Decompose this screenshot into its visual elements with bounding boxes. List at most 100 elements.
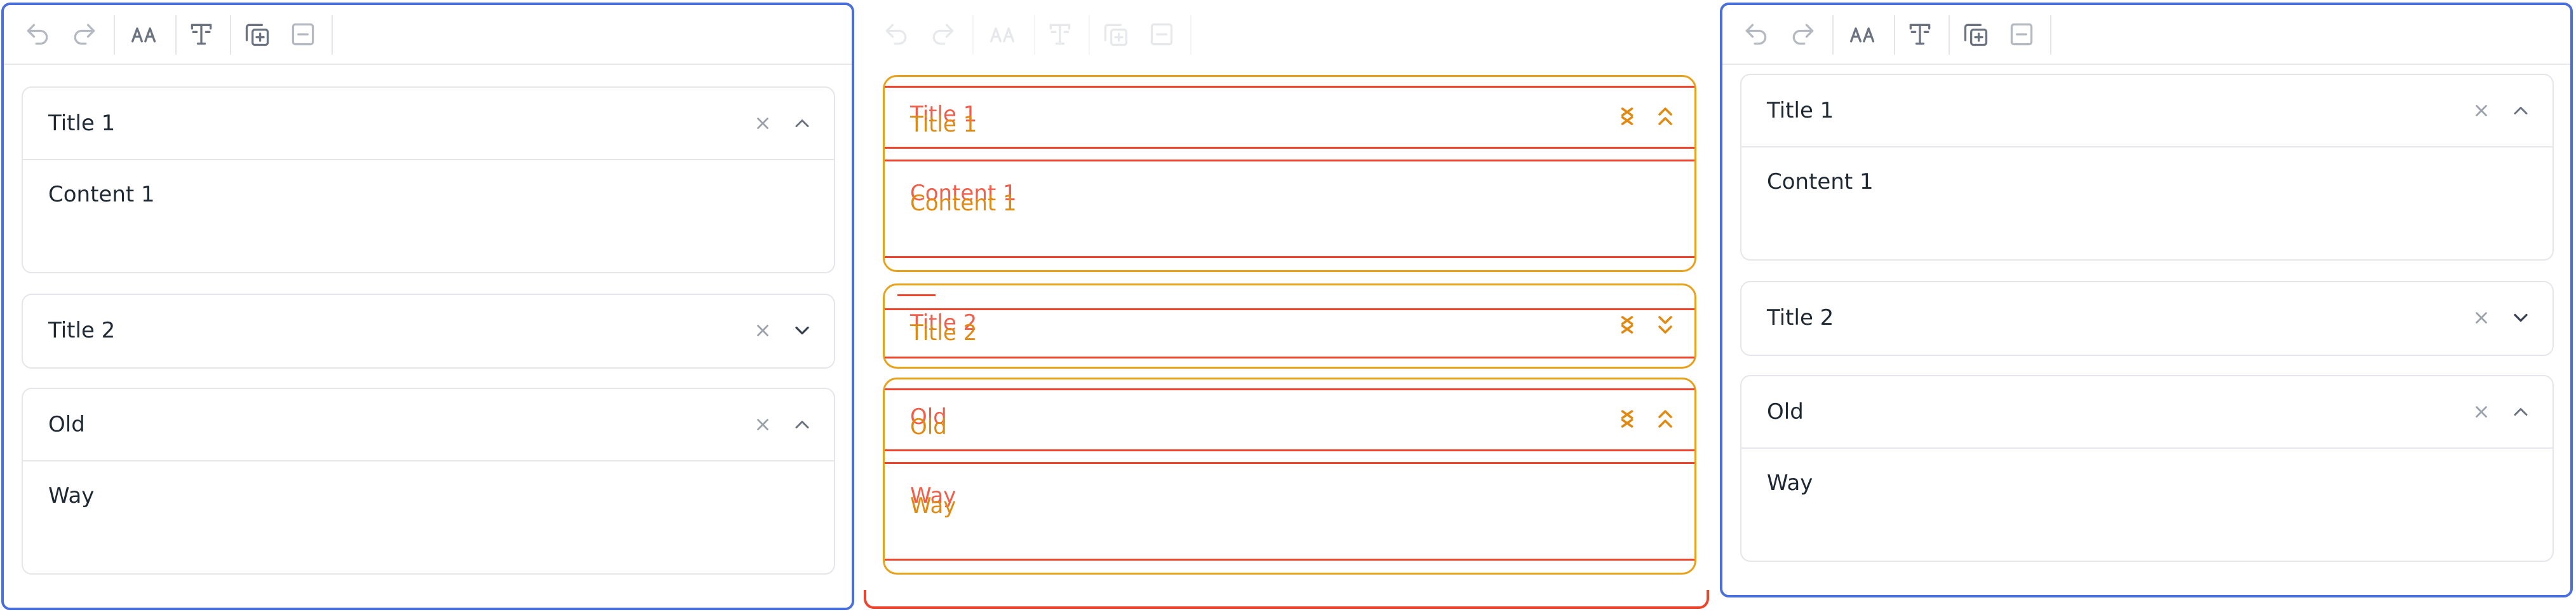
close-icon bbox=[1621, 410, 1633, 428]
accordion-divider bbox=[23, 460, 834, 461]
text-style-button[interactable] bbox=[187, 20, 216, 49]
toolbar-separator bbox=[2050, 15, 2051, 55]
toolbar bbox=[4, 5, 852, 65]
close-icon bbox=[2476, 406, 2487, 418]
accordion-title[interactable]: Old bbox=[48, 412, 85, 437]
undo-icon bbox=[1745, 24, 1767, 45]
close-button[interactable] bbox=[750, 111, 775, 136]
add-item-icon bbox=[1104, 24, 1128, 46]
accordion-title[interactable]: Title 2 bbox=[1767, 305, 1834, 331]
chevron-up-icon bbox=[795, 119, 809, 127]
expand-button[interactable] bbox=[789, 318, 815, 343]
debug-accordion-item: Title 1 Title 1 Content 1 Content 1 bbox=[883, 75, 1696, 272]
accordion-header[interactable]: Old bbox=[1741, 376, 2553, 447]
add-item-icon bbox=[1964, 24, 1988, 46]
close-button[interactable] bbox=[750, 412, 775, 437]
accordion-editor-debug: Title 1 Title 1 Content 1 Content 1 Titl… bbox=[860, 3, 1713, 610]
add-item-button[interactable] bbox=[1961, 20, 1990, 49]
close-icon bbox=[2476, 105, 2487, 116]
accordion-divider bbox=[23, 159, 834, 160]
font-size-button[interactable] bbox=[1848, 20, 1877, 49]
debug-guide bbox=[885, 388, 1694, 390]
collapse-button[interactable] bbox=[789, 412, 815, 437]
close-button[interactable] bbox=[750, 318, 775, 343]
close-button[interactable] bbox=[1616, 313, 1639, 336]
toolbar-separator bbox=[1089, 15, 1090, 55]
redo-icon bbox=[1792, 24, 1814, 45]
accordion-item: Title 2 bbox=[1740, 281, 2554, 356]
text-style-button[interactable] bbox=[1045, 20, 1075, 49]
undo-button[interactable] bbox=[882, 20, 911, 49]
accordion-content[interactable]: Content 1 bbox=[48, 182, 155, 207]
accordion-title[interactable]: Old bbox=[1767, 399, 1804, 425]
remove-item-button[interactable] bbox=[1147, 20, 1176, 49]
collapse-button[interactable] bbox=[1654, 105, 1677, 128]
redo-button[interactable] bbox=[929, 20, 958, 49]
redo-icon bbox=[74, 24, 95, 45]
collapse-button[interactable] bbox=[789, 111, 815, 136]
text-style-icon bbox=[1049, 24, 1071, 45]
debug-guide bbox=[885, 357, 1694, 358]
accordion-content[interactable]: Content 1 bbox=[1767, 169, 1874, 194]
redo-button[interactable] bbox=[1788, 20, 1818, 49]
close-button[interactable] bbox=[2469, 98, 2494, 123]
accordion-divider bbox=[1741, 447, 2553, 449]
debug-guide bbox=[885, 160, 1694, 161]
chevron-down-icon bbox=[1658, 316, 1672, 334]
remove-item-button[interactable] bbox=[288, 20, 318, 49]
accordion-header[interactable]: Old bbox=[23, 389, 834, 460]
close-icon bbox=[757, 419, 768, 430]
expand-button[interactable] bbox=[2508, 305, 2533, 331]
text-style-button[interactable] bbox=[1905, 20, 1935, 49]
debug-content: Content 1 bbox=[910, 191, 1017, 216]
toolbar bbox=[862, 5, 1710, 65]
debug-title: Old bbox=[910, 414, 947, 440]
expand-button[interactable] bbox=[1654, 313, 1677, 336]
debug-guide bbox=[885, 308, 1694, 310]
font-size-button[interactable] bbox=[130, 20, 159, 49]
toolbar-separator bbox=[230, 15, 231, 55]
debug-accordion-item: Old Old Way Way bbox=[883, 378, 1696, 575]
chevron-up-icon bbox=[1658, 107, 1672, 125]
close-button[interactable] bbox=[1616, 105, 1639, 128]
accordion-editor-left: Title 1 Content 1 Title 2 Old Way bbox=[1, 3, 854, 610]
remove-item-button[interactable] bbox=[2007, 20, 2036, 49]
debug-guide bbox=[885, 462, 1694, 464]
undo-button[interactable] bbox=[23, 20, 52, 49]
font-size-icon bbox=[1850, 27, 1875, 43]
chevron-down-icon bbox=[795, 326, 809, 335]
add-item-button[interactable] bbox=[243, 20, 272, 49]
accordion-header[interactable]: Title 2 bbox=[23, 295, 834, 366]
collapse-button[interactable] bbox=[1654, 407, 1677, 430]
accordion-content[interactable]: Way bbox=[48, 483, 94, 508]
debug-accordion-item: Title 2 Title 2 bbox=[883, 283, 1696, 369]
accordion-item: Title 2 bbox=[22, 294, 835, 369]
accordion-content[interactable]: Way bbox=[1767, 470, 1813, 496]
accordion-title[interactable]: Title 1 bbox=[48, 111, 115, 136]
text-style-icon bbox=[191, 24, 212, 45]
redo-button[interactable] bbox=[70, 20, 99, 49]
collapse-button[interactable] bbox=[2508, 98, 2533, 123]
toolbar-separator bbox=[175, 15, 177, 55]
add-item-button[interactable] bbox=[1101, 20, 1130, 49]
debug-guide bbox=[885, 256, 1694, 258]
close-button[interactable] bbox=[2469, 305, 2494, 331]
chevron-up-icon bbox=[2514, 408, 2528, 416]
accordion-title[interactable]: Title 2 bbox=[48, 318, 115, 343]
accordion-header[interactable]: Title 2 bbox=[1741, 282, 2553, 353]
chevron-down-icon bbox=[2514, 313, 2528, 322]
undo-button[interactable] bbox=[1741, 20, 1771, 49]
accordion-title[interactable]: Title 1 bbox=[1767, 98, 1834, 123]
collapse-button[interactable] bbox=[2508, 399, 2533, 425]
undo-icon bbox=[27, 24, 48, 45]
redo-icon bbox=[932, 24, 954, 45]
accordion-header[interactable]: Title 1 bbox=[23, 88, 834, 159]
chevron-up-icon bbox=[1658, 410, 1672, 428]
close-button[interactable] bbox=[2469, 399, 2494, 425]
stage: Title 1 Content 1 Title 2 Old Way Title … bbox=[0, 0, 2576, 614]
remove-item-icon bbox=[292, 23, 314, 46]
close-button[interactable] bbox=[1616, 407, 1639, 430]
font-size-button[interactable] bbox=[988, 20, 1017, 49]
accordion-header[interactable]: Title 1 bbox=[1741, 75, 2553, 146]
debug-frame-base bbox=[864, 590, 1709, 609]
